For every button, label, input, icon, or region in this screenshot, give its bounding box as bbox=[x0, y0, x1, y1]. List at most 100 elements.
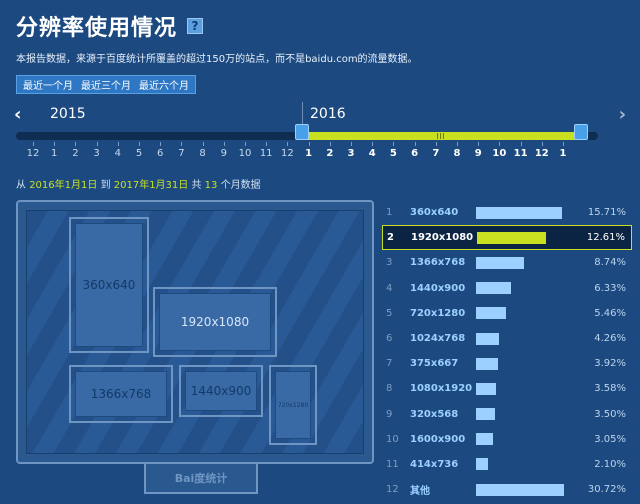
ranking-percent: 2.10% bbox=[594, 458, 626, 470]
ranking-percent: 3.50% bbox=[594, 408, 626, 420]
chevron-left-icon[interactable]: ‹ bbox=[14, 104, 21, 125]
ranking-row[interactable]: 11 414x736 2.10% bbox=[382, 452, 632, 477]
timeline-tick bbox=[414, 142, 416, 146]
timeline-month-label[interactable]: 1 bbox=[44, 148, 64, 159]
help-icon[interactable]: ? bbox=[187, 18, 204, 34]
ranking-rank: 8 bbox=[386, 383, 393, 395]
ranking-row[interactable]: 12 其他 30.72% bbox=[382, 477, 632, 502]
timeline-month-label[interactable]: 12 bbox=[532, 148, 552, 159]
summary-suffix: 个月数据 bbox=[220, 180, 261, 191]
ranking-bar bbox=[476, 307, 507, 320]
timeline-month-label[interactable]: 8 bbox=[193, 148, 213, 159]
timeline-month-label[interactable]: 2 bbox=[65, 148, 85, 159]
ranking-resolution: 1024x768 bbox=[410, 333, 466, 345]
ranking-row[interactable]: 10 1600x900 3.05% bbox=[382, 427, 632, 452]
timeline-month-label[interactable]: 7 bbox=[426, 148, 446, 159]
ranking-bar bbox=[476, 458, 488, 471]
ranking-rank: 6 bbox=[386, 333, 393, 345]
timeline-tick bbox=[33, 142, 34, 146]
monitor-stand: Bai度统计 bbox=[144, 464, 258, 494]
range-end-handle[interactable] bbox=[574, 124, 588, 140]
ranking-rank: 3 bbox=[386, 257, 393, 269]
timeline-month-label[interactable]: 12 bbox=[23, 148, 43, 159]
timeline-tick bbox=[457, 142, 458, 146]
ranking-bar bbox=[476, 256, 525, 269]
monitor-illustration: 360x640 1920x1080 1366x768 1440x900 720x… bbox=[16, 200, 374, 504]
timeline-month-label[interactable]: 1 bbox=[553, 148, 573, 159]
summary-start-date: 2016年1月1日 bbox=[29, 180, 98, 191]
ranking-rank: 1 bbox=[386, 207, 393, 219]
timeline-month-label[interactable]: 4 bbox=[108, 148, 128, 159]
ranking-row[interactable]: 3 1366x768 8.74% bbox=[382, 250, 632, 275]
timeline-tick bbox=[75, 142, 77, 146]
timeline-tick bbox=[181, 142, 183, 146]
ranking-rank: 5 bbox=[386, 307, 393, 319]
ranking-row[interactable]: 9 320x568 3.50% bbox=[382, 402, 632, 427]
timeline-tick bbox=[223, 142, 225, 146]
last-three-months-button[interactable]: 最近三个月 bbox=[81, 77, 131, 92]
timeline-tick bbox=[54, 142, 56, 146]
ranking-row[interactable]: 1 360x640 15.71% bbox=[382, 200, 632, 225]
ranking-resolution: 1920x1080 bbox=[411, 232, 474, 244]
range-start-handle[interactable] bbox=[295, 124, 309, 140]
ranking-percent: 4.26% bbox=[594, 333, 626, 345]
resolution-ranking-list: 1 360x640 15.71% 2 1920x1080 12.61% 3 1366x768 8… bbox=[382, 200, 632, 502]
monitor-screen: 360x640 1920x1080 1366x768 1440x900 720x… bbox=[26, 210, 364, 454]
timeline-month-label[interactable]: 4 bbox=[362, 148, 382, 159]
timeline-month-label[interactable]: 7 bbox=[171, 148, 191, 159]
last-month-button[interactable]: 最近一个月 bbox=[23, 77, 73, 92]
timeline-month-label[interactable]: 8 bbox=[447, 148, 467, 159]
ranking-percent: 8.74% bbox=[594, 257, 626, 269]
timeline-month-label[interactable]: 6 bbox=[150, 148, 170, 159]
ranking-bar-track bbox=[476, 256, 564, 269]
ranking-row[interactable]: 7 375x667 3.92% bbox=[382, 351, 632, 376]
ranking-rank: 10 bbox=[386, 433, 399, 445]
ranking-row[interactable]: 4 1440x900 6.33% bbox=[382, 276, 632, 301]
timeline-month-label[interactable]: 11 bbox=[511, 148, 531, 159]
timeline-month-label[interactable]: 3 bbox=[87, 148, 107, 159]
ranking-row[interactable]: 5 720x1280 5.46% bbox=[382, 301, 632, 326]
timeline-month-label[interactable]: 9 bbox=[214, 148, 234, 159]
ranking-percent: 30.72% bbox=[587, 484, 626, 496]
ranking-bar bbox=[476, 433, 493, 446]
timeline-month-label[interactable]: 6 bbox=[405, 148, 425, 159]
timeline-month-label[interactable]: 5 bbox=[129, 148, 149, 159]
timeline-tick bbox=[563, 142, 564, 146]
ranking-bar-track bbox=[476, 307, 564, 320]
ranking-resolution: 360x640 bbox=[410, 207, 459, 219]
ranking-row[interactable]: 8 1080x1920 3.58% bbox=[382, 376, 632, 401]
timeline-tick bbox=[96, 142, 98, 146]
ranking-resolution: 1440x900 bbox=[410, 282, 466, 294]
timeline-month-label[interactable]: 5 bbox=[383, 148, 403, 159]
timeline-month-label[interactable]: 11 bbox=[256, 148, 276, 159]
timeline-month-label[interactable]: 12 bbox=[277, 148, 297, 159]
ranking-row[interactable]: 6 1024x768 4.26% bbox=[382, 326, 632, 351]
page-title: 分辨率使用情况 bbox=[16, 16, 178, 41]
timeline-slider: ‹ › 2015 2016 12 1 2 3 4 5 6 7 8 9 10 11 12 1 2 3 4 5 6 7 8 9… bbox=[0, 100, 640, 170]
timeline-month-label[interactable]: 9 bbox=[468, 148, 488, 159]
timeline-tick bbox=[287, 142, 289, 146]
timeline-month-label[interactable]: 2 bbox=[320, 148, 340, 159]
ranking-resolution: 其他 bbox=[410, 486, 430, 498]
timeline-tick bbox=[160, 142, 162, 146]
ranking-resolution: 720x1280 bbox=[410, 307, 466, 319]
ranking-resolution: 1080x1920 bbox=[410, 383, 473, 395]
grip-icon bbox=[437, 133, 445, 139]
ranking-row[interactable]: 2 1920x1080 12.61% bbox=[382, 225, 632, 251]
ranking-rank: 4 bbox=[386, 282, 393, 294]
timeline-month-label[interactable]: 1 bbox=[299, 148, 319, 159]
timeline-tick bbox=[478, 142, 480, 146]
timeline-month-label[interactable]: 10 bbox=[235, 148, 255, 159]
summary-month-count: 13 bbox=[204, 180, 218, 191]
timeline-tick bbox=[117, 142, 119, 146]
ranking-bar bbox=[476, 382, 496, 395]
last-six-months-button[interactable]: 最近六个月 bbox=[139, 77, 189, 92]
chevron-right-icon[interactable]: › bbox=[619, 104, 626, 125]
ranking-percent: 6.33% bbox=[594, 282, 626, 294]
ranking-resolution: 1366x768 bbox=[410, 257, 466, 269]
timeline-month-label[interactable]: 3 bbox=[341, 148, 361, 159]
timeline-tick bbox=[351, 142, 352, 146]
ranking-bar-track bbox=[476, 483, 564, 496]
ranking-percent: 12.61% bbox=[586, 232, 625, 244]
timeline-month-label[interactable]: 10 bbox=[489, 148, 509, 159]
